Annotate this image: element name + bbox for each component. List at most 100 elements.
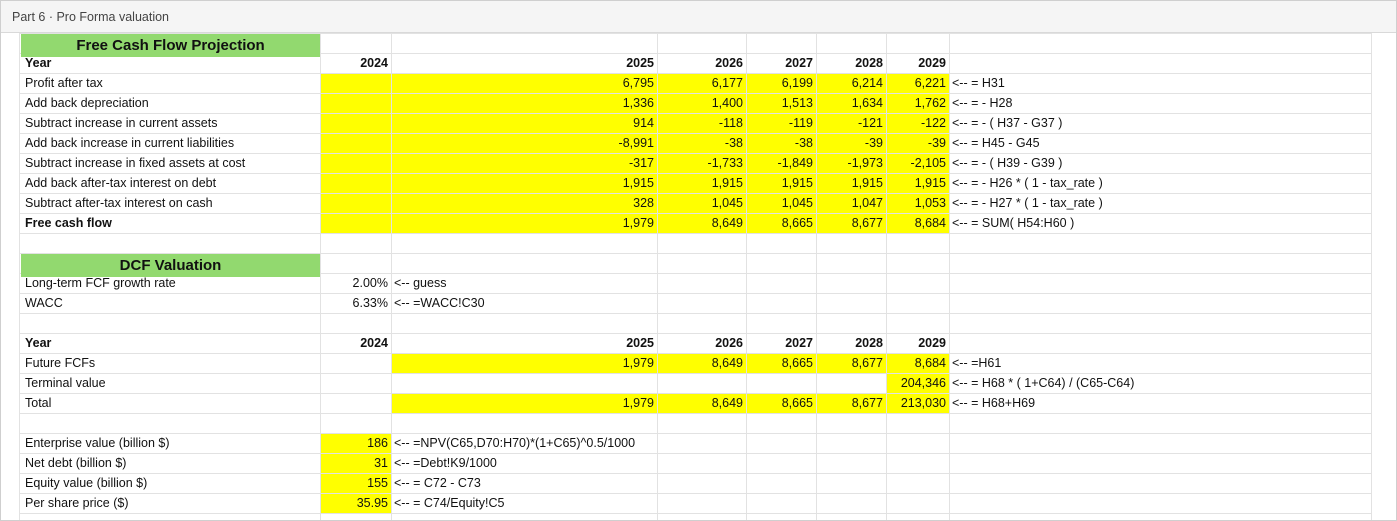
fcf-cell[interactable]: 6,199 [746, 73, 813, 93]
fcf-cell[interactable]: 1,915 [746, 173, 813, 193]
dcf-year-2026[interactable]: 2026 [657, 333, 743, 353]
fcf-cell[interactable]: 1,979 [391, 213, 654, 233]
total-cell[interactable]: 8,649 [657, 393, 743, 413]
fcf-year-2028[interactable]: 2028 [816, 53, 883, 73]
future-fcf-cell[interactable]: 8,677 [816, 353, 883, 373]
fcf-cell[interactable]: 6,177 [657, 73, 743, 93]
total-note: <-- = H68+H69 [952, 396, 1036, 410]
fcf-year-2029[interactable]: 2029 [886, 53, 946, 73]
row-gridline [19, 453, 1371, 454]
row-gridline [19, 293, 1371, 294]
fcf-cell[interactable]: -39 [886, 133, 946, 153]
fcf-cell[interactable]: -1,733 [657, 153, 743, 173]
fcf-cell[interactable]: -317 [391, 153, 654, 173]
fcf-row-label[interactable]: Subtract increase in fixed assets at cos… [25, 153, 245, 173]
fcf-cell[interactable]: 6,214 [816, 73, 883, 93]
fcf-cell[interactable]: -38 [746, 133, 813, 153]
fcf-row-label[interactable]: Add back depreciation [25, 93, 149, 113]
fcf-cell[interactable]: 1,336 [391, 93, 654, 113]
future-fcf-cell[interactable]: 8,684 [886, 353, 946, 373]
fcf-cell[interactable]: -39 [816, 133, 883, 153]
fcf-row-label[interactable]: Add back increase in current liabilities [25, 133, 234, 153]
fcf-cell[interactable]: -122 [886, 113, 946, 133]
total-cell[interactable]: 8,665 [746, 393, 813, 413]
fcf-cell[interactable]: 8,684 [886, 213, 946, 233]
fcf-cell[interactable]: 1,634 [816, 93, 883, 113]
dcf-param-value[interactable]: 2.00% [320, 273, 388, 293]
fcf-cell[interactable]: 1,915 [657, 173, 743, 193]
dcf-year-2024[interactable]: 2024 [320, 333, 388, 353]
fcf-cell[interactable]: 8,649 [657, 213, 743, 233]
fcf-cell[interactable]: 1,045 [657, 193, 743, 213]
result-value[interactable]: 155 [320, 473, 388, 493]
dcf-year-2028[interactable]: 2028 [816, 333, 883, 353]
dcf-year-label[interactable]: Year [25, 333, 51, 353]
total-label[interactable]: Total [25, 393, 51, 413]
fcf-cell[interactable]: 328 [391, 193, 654, 213]
fcf-cell[interactable]: 1,045 [746, 193, 813, 213]
fcf-row-label[interactable]: Subtract increase in current assets [25, 113, 217, 133]
fcf-cell[interactable]: 914 [391, 113, 654, 133]
fcf-row-label[interactable]: Profit after tax [25, 73, 103, 93]
terminal-value-cell[interactable]: 204,346 [886, 373, 946, 393]
fcf-cell[interactable]: -119 [746, 113, 813, 133]
result-value[interactable]: 35.95 [320, 493, 388, 513]
future-fcf-cell[interactable]: 8,665 [746, 353, 813, 373]
row-gridline [19, 413, 1371, 414]
future-fcf-cell[interactable]: 1,979 [391, 353, 654, 373]
fcf-cell[interactable]: -121 [816, 113, 883, 133]
fcf-year-2027[interactable]: 2027 [746, 53, 813, 73]
total-cell[interactable]: 1,979 [391, 393, 654, 413]
fcf-year-2026[interactable]: 2026 [657, 53, 743, 73]
fcf-cell[interactable]: -2,105 [886, 153, 946, 173]
dcf-param-label[interactable]: WACC [25, 293, 63, 313]
fcf-row-label[interactable]: Free cash flow [25, 213, 112, 233]
fcf-year-label[interactable]: Year [25, 53, 51, 73]
fcf-cell[interactable]: -8,991 [391, 133, 654, 153]
fcf-cell[interactable]: 1,053 [886, 193, 946, 213]
total-cell[interactable]: 8,677 [816, 393, 883, 413]
row-gridline [19, 233, 1371, 234]
fcf-cell[interactable]: 1,915 [886, 173, 946, 193]
result-formula-note: <-- = C72 - C73 [394, 476, 481, 490]
dcf-param-value[interactable]: 6.33% [320, 293, 388, 313]
result-value[interactable]: 31 [320, 453, 388, 473]
result-label[interactable]: Equity value (billion $) [25, 473, 147, 493]
fcf-cell[interactable]: -38 [657, 133, 743, 153]
spreadsheet-grid: Free Cash Flow Projection Year 2024 2025 202… [1, 1, 1396, 520]
fcf-year-2025[interactable]: 2025 [391, 53, 654, 73]
result-label[interactable]: Per share price ($) [25, 493, 129, 513]
future-fcf-label[interactable]: Future FCFs [25, 353, 95, 373]
fcf-cell[interactable]: 1,047 [816, 193, 883, 213]
fcf-cell[interactable]: -1,849 [746, 153, 813, 173]
fcf-cell[interactable]: 1,513 [746, 93, 813, 113]
terminal-value-label[interactable]: Terminal value [25, 373, 106, 393]
result-formula-note: <-- =Debt!K9/1000 [394, 456, 497, 470]
fcf-cell[interactable]: 1,762 [886, 93, 946, 113]
fcf-year-2024[interactable]: 2024 [320, 53, 388, 73]
fcf-cell[interactable]: 6,221 [886, 73, 946, 93]
result-label[interactable]: Net debt (billion $) [25, 453, 126, 473]
future-fcf-cell[interactable]: 8,649 [657, 353, 743, 373]
dcf-param-note: <-- =WACC!C30 [394, 296, 485, 310]
fcf-cell[interactable]: 1,915 [391, 173, 654, 193]
fcf-cell[interactable]: 8,665 [746, 213, 813, 233]
fcf-cell[interactable]: 1,915 [816, 173, 883, 193]
fcf-cell[interactable]: 6,795 [391, 73, 654, 93]
fcf-cell[interactable]: -1,973 [816, 153, 883, 173]
fcf-formula-note: <-- = H31 [952, 76, 1005, 90]
total-cell[interactable]: 213,030 [886, 393, 946, 413]
dcf-year-2027[interactable]: 2027 [746, 333, 813, 353]
future-fcf-note: <-- =H61 [952, 356, 1002, 370]
dcf-year-2025[interactable]: 2025 [391, 333, 654, 353]
fcf-row-label[interactable]: Subtract after-tax interest on cash [25, 193, 213, 213]
fcf-cell[interactable]: 1,400 [657, 93, 743, 113]
result-formula-note: <-- =NPV(C65,D70:H70)*(1+C65)^0.5/1000 [394, 436, 636, 450]
fcf-cell[interactable]: 8,677 [816, 213, 883, 233]
fcf-row-label[interactable]: Add back after-tax interest on debt [25, 173, 216, 193]
fcf-cell[interactable]: -118 [657, 113, 743, 133]
result-value[interactable]: 186 [320, 433, 388, 453]
dcf-param-label[interactable]: Long-term FCF growth rate [25, 273, 176, 293]
result-label[interactable]: Enterprise value (billion $) [25, 433, 170, 453]
dcf-year-2029[interactable]: 2029 [886, 333, 946, 353]
